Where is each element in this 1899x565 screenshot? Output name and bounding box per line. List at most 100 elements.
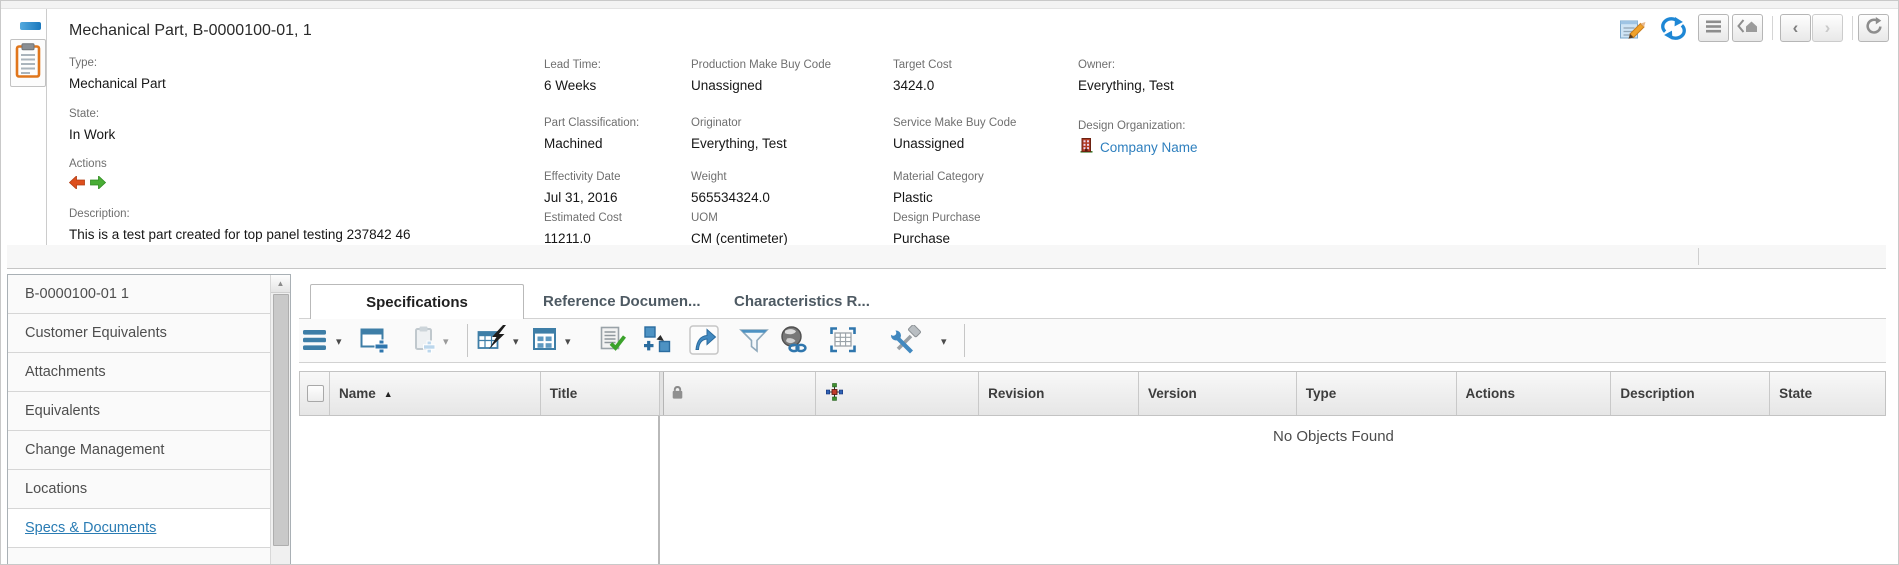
select-all-cell: [300, 372, 330, 415]
forward-button[interactable]: ›: [1812, 14, 1843, 42]
field-label: Effectivity Date: [544, 171, 621, 184]
sync-icon: [1660, 27, 1687, 44]
field-value: 565534324.0: [691, 190, 770, 205]
field-target-cost: Target Cost 3424.0: [893, 59, 952, 93]
select-all-checkbox[interactable]: [307, 385, 324, 402]
sync-button[interactable]: [1660, 17, 1687, 45]
menu-list-icon[interactable]: [302, 325, 332, 355]
edit-note-button[interactable]: [1619, 16, 1646, 46]
empty-table-message: No Objects Found: [1273, 428, 1394, 445]
field-label: Part Classification:: [544, 117, 639, 130]
column-header-description[interactable]: Description: [1611, 372, 1770, 415]
splitter-handle[interactable]: [1698, 248, 1699, 265]
column-header-version[interactable]: Version: [1139, 372, 1297, 415]
sidebar-item-equivalents[interactable]: Equivalents: [8, 392, 270, 431]
refresh-button[interactable]: [1858, 14, 1889, 42]
field-label: Design Purchase: [893, 212, 981, 225]
field-label: Design Organization:: [1078, 120, 1198, 133]
lock-icon: [671, 384, 684, 403]
table-header-row: Name ▲ Title: [299, 371, 1886, 416]
field-production-make-buy-code: Production Make Buy Code Unassigned: [691, 59, 831, 93]
column-header-name[interactable]: Name ▲: [330, 372, 541, 415]
design-organization-link[interactable]: Company Name: [1100, 140, 1198, 155]
paste-icon[interactable]: [410, 325, 440, 355]
next-action-arrow-icon[interactable]: [90, 176, 106, 194]
field-value: This is a test part created for top pane…: [69, 227, 410, 242]
insert-existing-icon[interactable]: [643, 325, 673, 355]
field-value: Everything, Test: [691, 136, 787, 151]
column-header-checkout-status[interactable]: [664, 372, 817, 415]
field-label: Target Cost: [893, 59, 952, 72]
field-weight: Weight 565534324.0: [691, 171, 770, 205]
clipboard-icon: [15, 43, 41, 84]
dropdown-caret-icon[interactable]: ▾: [336, 335, 342, 348]
field-material-category: Material Category Plastic: [893, 171, 984, 205]
column-header-state[interactable]: State: [1770, 372, 1885, 415]
add-link-icon[interactable]: [779, 325, 809, 355]
top-strip: [1, 1, 1898, 9]
column-header-type[interactable]: Type: [1297, 372, 1457, 415]
column-header-title[interactable]: Title: [541, 372, 660, 415]
create-new-icon[interactable]: [359, 325, 389, 355]
dropdown-caret-icon[interactable]: ▾: [941, 335, 947, 348]
home-back-icon: [1737, 18, 1758, 38]
sidebar-item-part-number[interactable]: B-0000100-01 1: [8, 275, 270, 314]
sidebar-item-locations[interactable]: Locations: [8, 470, 270, 509]
sidebar-item-customer-equivalents[interactable]: Customer Equivalents: [8, 314, 270, 353]
back-button[interactable]: ‹: [1780, 14, 1811, 42]
header-icon-gutter: [7, 9, 47, 245]
validate-document-icon[interactable]: [598, 325, 628, 355]
column-header-incorporated[interactable]: [816, 372, 979, 415]
field-state: State: In Work: [69, 108, 115, 142]
sidebar-item-attachments[interactable]: Attachments: [8, 353, 270, 392]
scroll-up-arrow-icon[interactable]: ▲: [271, 275, 290, 293]
column-header-revision[interactable]: Revision: [979, 372, 1139, 415]
column-header-actions[interactable]: Actions: [1457, 372, 1612, 415]
field-label: Description:: [69, 208, 410, 221]
toolbar-separator: [467, 324, 468, 357]
sort-ascending-icon: ▲: [384, 389, 393, 399]
clipboard-button[interactable]: [10, 39, 46, 87]
page-title: Mechanical Part, B-0000100-01, 1: [69, 22, 312, 40]
field-label: Owner:: [1078, 59, 1174, 72]
field-label: Production Make Buy Code: [691, 59, 831, 72]
dropdown-caret-icon[interactable]: ▾: [443, 335, 449, 348]
incorporated-structure-icon: [826, 383, 843, 404]
view-grid-icon[interactable]: [531, 325, 561, 355]
panel-splitter[interactable]: [7, 245, 1886, 269]
select-table-icon[interactable]: [828, 325, 858, 355]
company-building-icon: [1078, 137, 1094, 158]
field-label: Service Make Buy Code: [893, 117, 1016, 130]
field-value: Mechanical Part: [69, 76, 166, 91]
previous-action-arrow-icon[interactable]: [69, 176, 85, 194]
edit-pencil-icon: [1619, 28, 1646, 45]
field-value: Unassigned: [691, 78, 831, 93]
field-value: Jul 31, 2016: [544, 190, 621, 205]
menu-button[interactable]: [1698, 14, 1729, 42]
sidebar-item-change-management[interactable]: Change Management: [8, 431, 270, 470]
filter-icon[interactable]: [739, 325, 769, 355]
field-value: Unassigned: [893, 136, 1016, 151]
field-uom: UOM CM (centimeter): [691, 212, 788, 246]
tools-icon[interactable]: [889, 325, 939, 355]
table-toolbar: ▾ ▾ ▾: [299, 318, 1886, 363]
edit-table-icon[interactable]: [477, 325, 507, 355]
field-owner: Owner: Everything, Test: [1078, 59, 1174, 93]
field-value: 3424.0: [893, 78, 952, 93]
scrollbar-thumb[interactable]: [273, 294, 289, 546]
field-label: Material Category: [893, 171, 984, 184]
tab-specifications[interactable]: Specifications: [310, 284, 524, 319]
dropdown-caret-icon[interactable]: ▾: [565, 335, 571, 348]
tab-reference-documents[interactable]: Reference Documen...: [543, 284, 701, 318]
open-in-new-icon[interactable]: [689, 325, 719, 355]
field-part-classification: Part Classification: Machined: [544, 117, 639, 151]
home-back-button[interactable]: [1732, 14, 1763, 42]
dropdown-caret-icon[interactable]: ▾: [513, 335, 519, 348]
sidebar-item-specs-and-documents[interactable]: Specs & Documents: [8, 509, 270, 548]
field-value: 6 Weeks: [544, 78, 601, 93]
navigation-sidebar: B-0000100-01 1 Customer Equivalents Atta…: [7, 274, 291, 565]
field-value: Plastic: [893, 190, 984, 205]
sidebar-scrollbar[interactable]: ▲: [270, 275, 290, 565]
field-estimated-cost: Estimated Cost 11211.0: [544, 212, 622, 246]
tab-characteristics[interactable]: Characteristics R...: [734, 284, 870, 318]
